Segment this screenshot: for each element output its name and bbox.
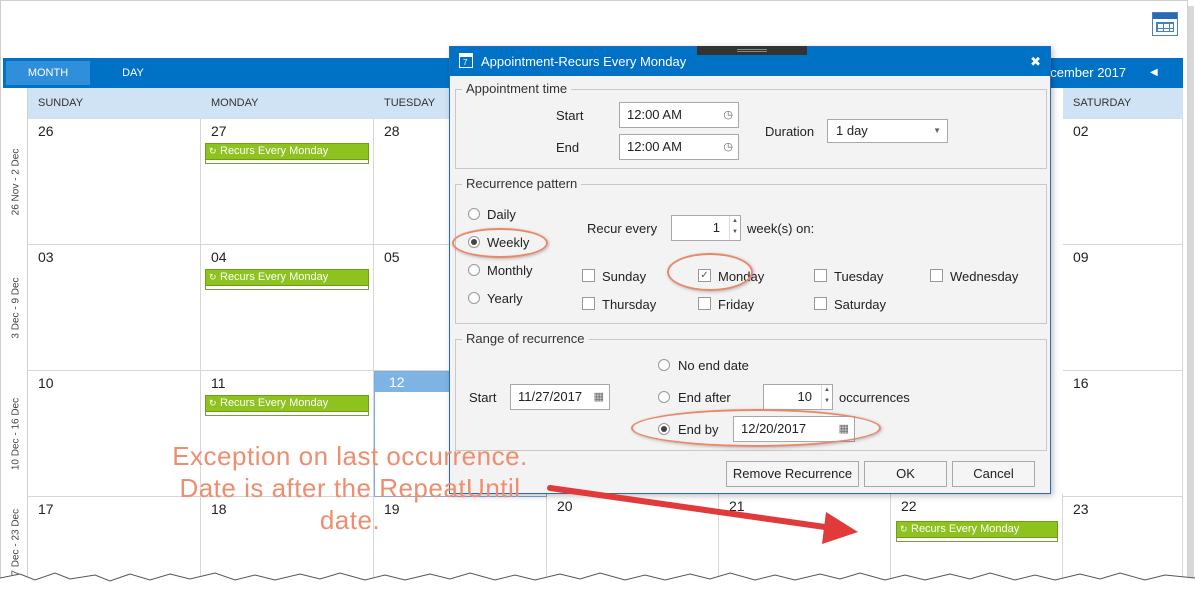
annotation-arrow [547,485,858,544]
torn-edge [0,572,1195,599]
